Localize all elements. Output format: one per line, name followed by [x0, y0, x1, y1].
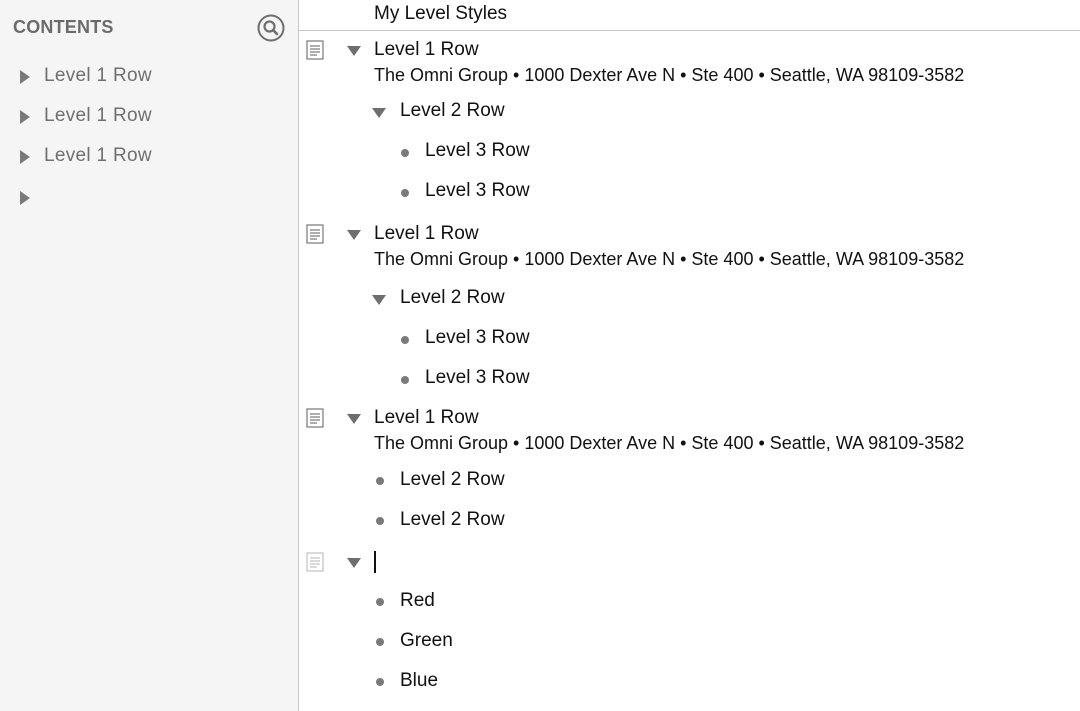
- row-title[interactable]: Level 3 Row: [425, 140, 530, 162]
- bullet-icon: [376, 678, 384, 686]
- row-title[interactable]: Level 2 Row: [400, 287, 505, 309]
- row-title[interactable]: Level 3 Row: [425, 367, 530, 389]
- row-title[interactable]: Level 2 Row: [400, 100, 505, 122]
- column-header[interactable]: My Level Styles: [299, 0, 1080, 31]
- bullet-icon: [376, 517, 384, 525]
- disclosure-triangle-icon[interactable]: [347, 46, 361, 56]
- text-cursor: [374, 551, 376, 573]
- bullet-icon: [376, 598, 384, 606]
- sidebar-item[interactable]: Level 1 Row: [20, 143, 280, 171]
- sidebar-header: CONTENTS: [13, 17, 114, 37]
- row-title[interactable]: Level 1 Row: [374, 39, 479, 61]
- row-note[interactable]: The Omni Group • 1000 Dexter Ave N • Ste…: [374, 433, 964, 454]
- bullet-icon: [376, 638, 384, 646]
- row-title[interactable]: Blue: [400, 670, 438, 692]
- note-icon[interactable]: [306, 552, 324, 572]
- sidebar-item[interactable]: [20, 184, 280, 212]
- disclosure-triangle-icon[interactable]: [347, 230, 361, 240]
- sidebar-item-label: Level 1 Row: [44, 145, 152, 166]
- bullet-icon: [401, 189, 409, 197]
- disclosure-triangle-icon[interactable]: [20, 191, 30, 205]
- disclosure-triangle-icon[interactable]: [372, 108, 386, 118]
- outliner-window: CONTENTS Level 1 Row Level 1 Row Level 1…: [0, 0, 1080, 711]
- sidebar-item-label: Level 1 Row: [44, 105, 152, 126]
- note-icon[interactable]: [306, 40, 324, 60]
- bullet-icon: [401, 149, 409, 157]
- sidebar-item-label: Level 1 Row: [44, 65, 152, 86]
- bullet-icon: [401, 336, 409, 344]
- row-title[interactable]: Red: [400, 590, 435, 612]
- column-title: My Level Styles: [374, 3, 508, 24]
- row-note[interactable]: The Omni Group • 1000 Dexter Ave N • Ste…: [374, 65, 964, 86]
- disclosure-triangle-icon[interactable]: [372, 295, 386, 305]
- row-title[interactable]: Level 2 Row: [400, 509, 505, 531]
- row-note[interactable]: The Omni Group • 1000 Dexter Ave N • Ste…: [374, 249, 964, 270]
- bullet-icon: [401, 376, 409, 384]
- row-title[interactable]: Level 3 Row: [425, 180, 530, 202]
- contents-sidebar: CONTENTS Level 1 Row Level 1 Row Level 1…: [0, 0, 299, 711]
- note-icon[interactable]: [306, 224, 324, 244]
- note-icon[interactable]: [306, 408, 324, 428]
- row-title[interactable]: Level 1 Row: [374, 407, 479, 429]
- disclosure-triangle-icon[interactable]: [20, 70, 30, 84]
- row-title[interactable]: Level 3 Row: [425, 327, 530, 349]
- disclosure-triangle-icon[interactable]: [20, 110, 30, 124]
- row-title[interactable]: Green: [400, 630, 453, 652]
- row-title[interactable]: Level 2 Row: [400, 469, 505, 491]
- disclosure-triangle-icon[interactable]: [347, 414, 361, 424]
- search-icon[interactable]: [257, 14, 285, 42]
- sidebar-item[interactable]: Level 1 Row: [20, 63, 280, 91]
- disclosure-triangle-icon[interactable]: [347, 558, 361, 568]
- row-title[interactable]: Level 1 Row: [374, 223, 479, 245]
- disclosure-triangle-icon[interactable]: [20, 150, 30, 164]
- sidebar-item[interactable]: Level 1 Row: [20, 103, 280, 131]
- bullet-icon: [376, 477, 384, 485]
- outline-editor[interactable]: My Level Styles Level 1 Row The Omni Gro…: [299, 0, 1080, 711]
